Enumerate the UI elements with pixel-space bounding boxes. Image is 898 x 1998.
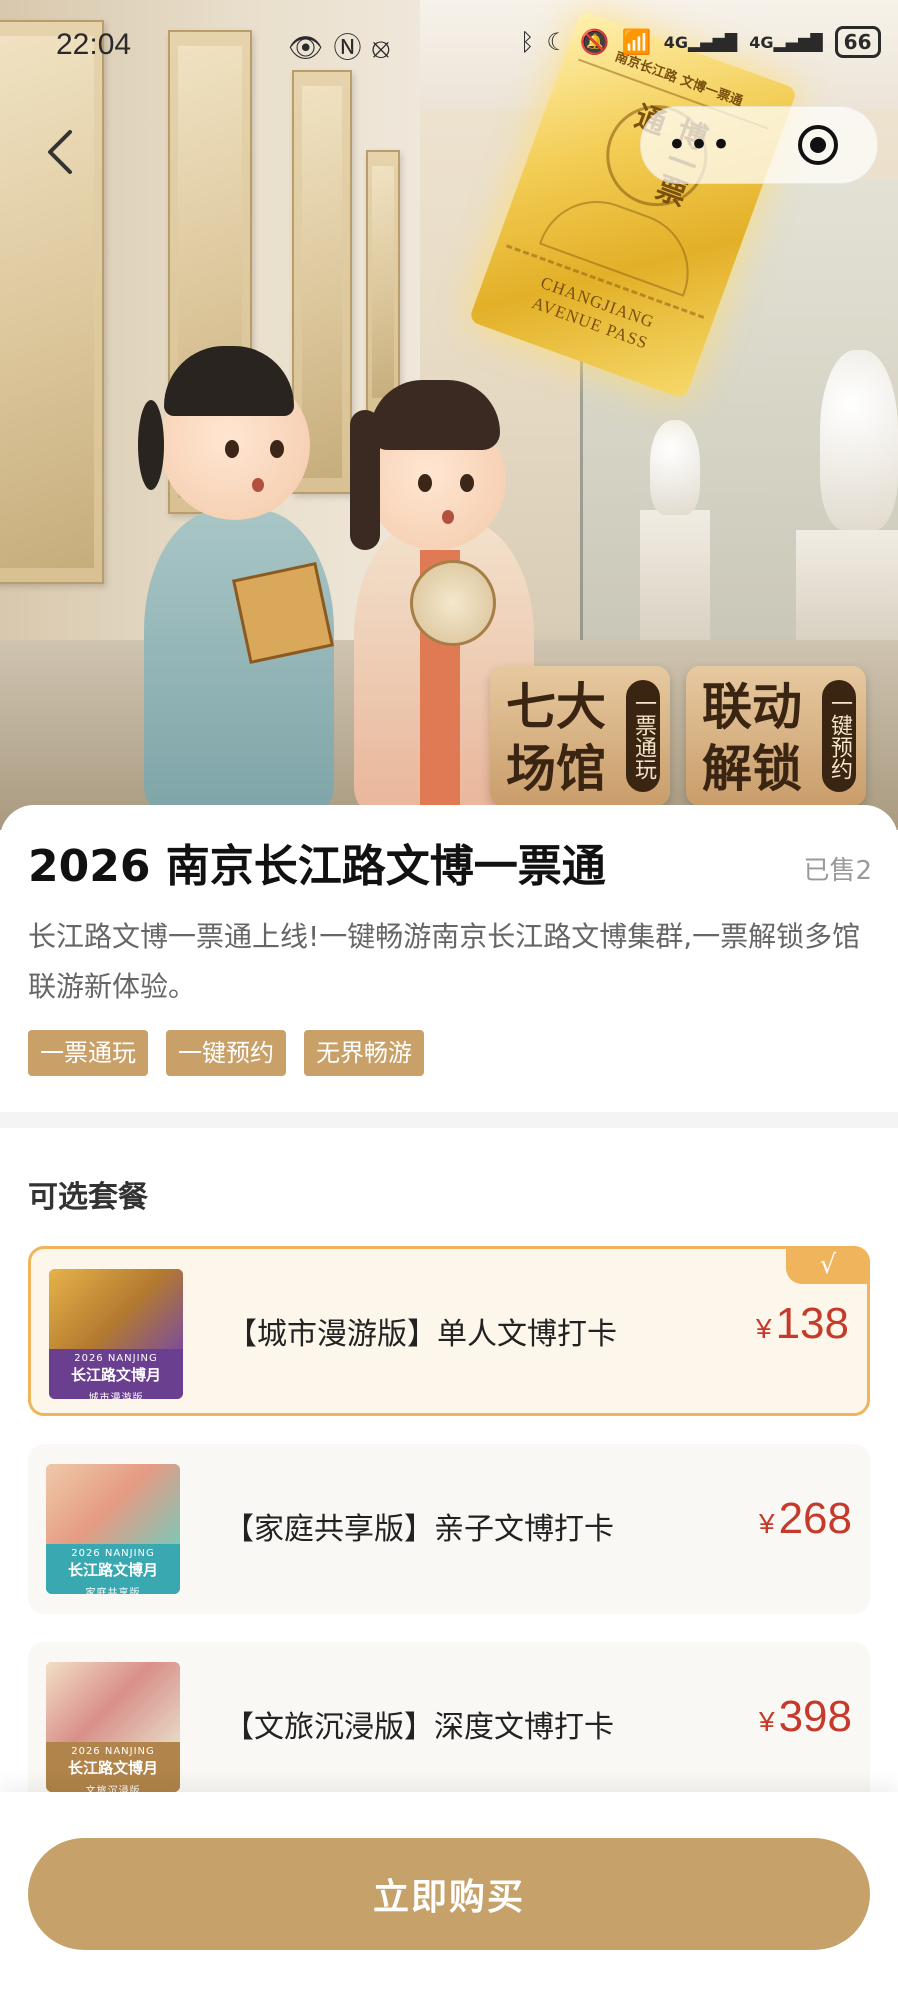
product-tag: 无界畅游 [304,1030,424,1076]
mini-program-capsule: ••• [640,106,878,184]
nfc-icon: Ⓝ [333,31,372,64]
product-tag: 一票通玩 [28,1030,148,1076]
price-value: 398 [778,1692,852,1741]
thumb-year: 2026 NANJING [71,1548,155,1559]
badge-linked-unlock: 联动 解锁 一键预约 [686,666,866,806]
badge-seven-venues: 七大 场馆 一票通玩 [490,666,670,806]
target-icon[interactable] [759,123,877,167]
product-tag: 一键预约 [166,1030,286,1076]
thumb-year: 2026 NANJING [74,1353,158,1364]
scholar-boy-character [130,340,350,810]
pedestal [640,510,710,640]
status-time: 22:04 [56,28,132,61]
bluetooth-icon: ᛒ [520,28,535,56]
package-price: ¥398 [759,1692,852,1742]
wifi-icon: 📶 [621,28,652,56]
statue [650,420,700,515]
vibrate-icon: ⦻ [371,31,401,64]
package-thumbnail: 2026 NANJING 长江路文博月 文旅沉浸版 [46,1662,180,1792]
price-value: 138 [775,1299,849,1348]
badge-pill: 一键预约 [822,680,856,792]
product-tags: 一票通玩 一键预约 无界畅游 [28,1030,424,1076]
signal-4g-icon: 4G▂▄▆█ [663,32,738,52]
badge-title-line: 七大 [506,677,606,736]
thumb-title: 长江路文博月 [70,1366,161,1384]
currency-symbol: ¥ [759,1508,775,1539]
thumb-edition: 城市漫游版 [88,1393,144,1399]
thumb-edition: 文旅沉浸版 [85,1786,141,1792]
hanging-scroll-painting [0,20,104,584]
badge-title-line: 场馆 [506,739,606,798]
thumb-title: 长江路文博月 [67,1759,158,1777]
badge-title: 七大 场馆 [506,676,606,800]
package-name: 【家庭共享版】亲子文博打卡 [224,1512,614,1547]
battery-icon: 66 [834,26,881,58]
buy-now-button[interactable]: 立即购买 [28,1838,870,1950]
statue [820,350,898,530]
signal-4g-icon: 4G▂▄▆█ [749,32,823,52]
pedestal [796,530,898,640]
thumb-title: 长江路文博月 [67,1561,158,1579]
sold-count: 已售2 [803,856,872,886]
package-option-immersive[interactable]: 2026 NANJING 长江路文博月 文旅沉浸版 【文旅沉浸版】深度文博打卡 … [28,1642,870,1812]
more-icon[interactable]: ••• [641,125,759,165]
package-price: ¥268 [759,1494,852,1544]
package-option-city-roam[interactable]: 2026 NANJING 长江路文博月 城市漫游版 【城市漫游版】单人文博打卡 … [28,1246,870,1416]
status-bar: 22:04 👁Ⓝ⦻ ᛒ ☾ 🔕 📶 4G▂▄▆█ 4G▂▄▆█ 66 [0,0,898,92]
badge-title: 联动 解锁 [702,676,802,800]
moon-icon: ☾ [546,28,568,56]
status-right-icons: ᛒ ☾ 🔕 📶 4G▂▄▆█ 4G▂▄▆█ 66 [520,26,881,58]
package-name: 【城市漫游版】单人文博打卡 [227,1317,617,1352]
currency-symbol: ¥ [756,1313,772,1344]
package-price: ¥138 [756,1299,849,1349]
thumb-edition: 家庭共享版 [85,1588,141,1594]
network-label: 4G [663,32,688,52]
mute-icon: 🔕 [579,28,610,56]
package-thumbnail: 2026 NANJING 长江路文博月 城市漫游版 [49,1269,183,1399]
price-value: 268 [778,1494,852,1543]
product-title: 2026 南京长江路文博一票通 [28,841,606,892]
status-left-icons: 👁Ⓝ⦻ [288,26,400,66]
package-option-family-share[interactable]: 2026 NANJING 长江路文博月 家庭共享版 【家庭共享版】亲子文博打卡 … [28,1444,870,1614]
currency-symbol: ¥ [759,1706,775,1737]
thumb-year: 2026 NANJING [71,1746,155,1757]
package-name: 【文旅沉浸版】深度文博打卡 [224,1710,614,1745]
package-thumbnail: 2026 NANJING 长江路文博月 家庭共享版 [46,1464,180,1594]
selected-check-icon: √ [786,1246,870,1284]
eye-icon: 👁 [288,31,334,64]
product-description: 长江路文博一票通上线!一键畅游南京长江路文博集群,一票解锁多馆联游新体验。 [28,920,861,1003]
network-label: 4G [749,32,774,52]
packages-section-title: 可选套餐 [28,1180,148,1215]
badge-title-line: 解锁 [702,739,802,798]
badge-title-line: 联动 [702,677,802,736]
badge-pill: 一票通玩 [626,680,660,792]
back-icon[interactable] [44,128,78,176]
section-divider [0,1112,898,1128]
